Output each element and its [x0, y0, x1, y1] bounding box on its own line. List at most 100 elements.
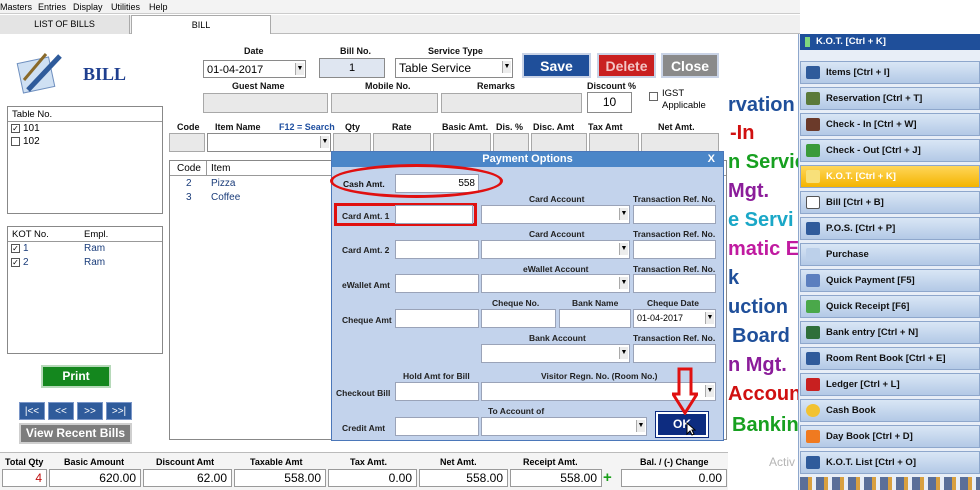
close-button[interactable]: Close — [661, 53, 719, 78]
chevron-down-icon[interactable]: ▼ — [320, 136, 329, 148]
credit-amt-input[interactable] — [395, 417, 479, 436]
nav-first-button[interactable]: |<< — [19, 402, 45, 420]
view-recent-bills-button[interactable]: View Recent Bills — [19, 423, 132, 444]
ewallet-txn-input[interactable] — [633, 274, 716, 293]
table-checkbox-101[interactable]: ✓ — [11, 124, 20, 133]
sidebar-item-bank-entry[interactable]: Bank entry [Ctrl + N] — [800, 321, 980, 344]
cheque-date-value: 01-04-2017 — [637, 313, 684, 323]
tab-list-of-bills[interactable]: LIST OF BILLS — [0, 15, 130, 34]
sidebar-item-kot-list[interactable]: K.O.T. List [Ctrl + O] — [800, 451, 980, 474]
basic-amount-label: Basic Amount — [64, 457, 125, 467]
discount-amt-value: 62.00 — [143, 469, 232, 487]
card-account2-select[interactable]: ▼ — [481, 240, 630, 259]
bank-name-input[interactable] — [559, 309, 631, 328]
grid-dis-input[interactable] — [493, 133, 529, 152]
chevron-down-icon[interactable]: ▼ — [636, 420, 645, 432]
bank-txn-input[interactable] — [633, 344, 716, 363]
bank-account-select[interactable]: ▼ — [481, 344, 630, 363]
chevron-down-icon[interactable]: ▼ — [619, 347, 628, 359]
cheque-no-input[interactable] — [481, 309, 556, 328]
remarks-input[interactable] — [441, 93, 582, 113]
menu-display[interactable]: Display — [73, 2, 103, 12]
ewallet-amt-label: eWallet Amt — [342, 280, 391, 290]
items-code-header: Code — [177, 163, 201, 174]
save-button[interactable]: Save — [522, 53, 591, 78]
sidebar-item-quick-receipt[interactable]: Quick Receipt [F6] — [800, 295, 980, 318]
print-button[interactable]: Print — [41, 365, 111, 388]
sidebar-item-pos[interactable]: P.O.S. [Ctrl + P] — [800, 217, 980, 240]
chevron-down-icon[interactable]: ▼ — [619, 208, 628, 220]
discount-input[interactable]: 10 — [587, 92, 632, 113]
nav-last-button[interactable]: >>| — [106, 402, 132, 420]
cheque-no-label: Cheque No. — [492, 298, 540, 308]
txn-ref1-input[interactable] — [633, 205, 716, 224]
add-receipt-icon[interactable]: + — [603, 470, 612, 485]
mobile-input[interactable] — [331, 93, 438, 113]
ok-button[interactable]: OK — [655, 411, 709, 438]
grid-basic-input[interactable] — [433, 133, 491, 152]
grid-disc-input[interactable] — [531, 133, 587, 152]
credit-amt-label: Credit Amt — [342, 423, 386, 433]
sidebar-item-reservation[interactable]: Reservation [Ctrl + T] — [800, 87, 980, 110]
chevron-down-icon[interactable]: ▼ — [619, 243, 628, 255]
grid-net-input[interactable] — [641, 133, 719, 152]
grid-item-input[interactable]: ▼ — [207, 133, 331, 152]
sidebar-item-check-in[interactable]: Check - In [Ctrl + W] — [800, 113, 980, 136]
hold-amt-input[interactable] — [395, 382, 479, 401]
delete-button[interactable]: Delete — [597, 53, 656, 78]
grid-rate-input[interactable] — [373, 133, 431, 152]
list-item[interactable]: 3 Coffee — [170, 192, 330, 205]
menu-help[interactable]: Help — [149, 2, 168, 12]
date-picker[interactable]: 01-04-2017 ▼ — [203, 60, 306, 78]
sidebar-item-cash-book[interactable]: Cash Book — [800, 399, 980, 422]
nav-prev-button[interactable]: << — [48, 402, 74, 420]
kot-checkbox[interactable]: ✓ — [11, 244, 20, 253]
igst-checkbox[interactable] — [649, 92, 658, 101]
chevron-down-icon[interactable]: ▼ — [502, 61, 511, 73]
menu-utilities[interactable]: Utilities — [111, 2, 140, 12]
menu-entries[interactable]: Entries — [38, 2, 66, 12]
grid-dis-header: Dis. % — [496, 122, 524, 132]
guest-name-input[interactable] — [203, 93, 328, 113]
nav-next-button[interactable]: >> — [77, 402, 103, 420]
grid-code-input[interactable] — [169, 133, 205, 152]
sidebar-item-ledger[interactable]: Ledger [Ctrl + L] — [800, 373, 980, 396]
sidebar-item-label: Cash Book — [826, 405, 876, 416]
billno-field[interactable]: 1 — [319, 58, 385, 78]
sidebar-item-kot[interactable]: K.O.T. [Ctrl + K] — [800, 165, 980, 188]
list-item[interactable]: 2 Pizza — [170, 178, 330, 191]
close-icon[interactable]: X — [708, 152, 715, 167]
sidebar-item-day-book[interactable]: Day Book [Ctrl + D] — [800, 425, 980, 448]
chevron-down-icon[interactable]: ▼ — [705, 312, 714, 324]
sidebar-item-items[interactable]: Items [Ctrl + I] — [800, 61, 980, 84]
kot-checkbox[interactable]: ✓ — [11, 258, 20, 267]
txn-ref2-input[interactable] — [633, 240, 716, 259]
table-checkbox-102[interactable] — [11, 137, 20, 146]
ewallet-account-select[interactable]: ▼ — [481, 274, 630, 293]
sidebar-item-label: P.O.S. [Ctrl + P] — [826, 223, 896, 234]
grid-qty-input[interactable] — [333, 133, 371, 152]
sidebar-item-bill[interactable]: Bill [Ctrl + B] — [800, 191, 980, 214]
cone-icon — [806, 430, 820, 443]
mobile-label: Mobile No. — [365, 81, 411, 91]
service-type-select[interactable]: Table Service ▼ — [395, 58, 513, 78]
chevron-down-icon[interactable]: ▼ — [295, 63, 304, 75]
sidebar-item-room-rent-book[interactable]: Room Rent Book [Ctrl + E] — [800, 347, 980, 370]
sidebar-item-quick-payment[interactable]: Quick Payment [F5] — [800, 269, 980, 292]
chevron-down-icon[interactable]: ▼ — [619, 277, 628, 289]
sidebar-item-purchase[interactable]: Purchase — [800, 243, 980, 266]
card-account1-select[interactable]: ▼ — [481, 205, 630, 224]
menu-masters[interactable]: Masters — [0, 2, 32, 12]
payment-dialog: Payment Options X Cash Amt. 558 Card Acc… — [330, 151, 724, 441]
sidebar-item-check-out[interactable]: Check - Out [Ctrl + J] — [800, 139, 980, 162]
grid-tax-input[interactable] — [589, 133, 639, 152]
to-account-select[interactable]: ▼ — [481, 417, 647, 436]
tab-bill[interactable]: BILL — [131, 15, 271, 34]
chevron-down-icon[interactable]: ▼ — [705, 385, 714, 397]
cheque-amt-input[interactable] — [395, 309, 479, 328]
cheque-date-picker[interactable]: 01-04-2017 ▼ — [633, 309, 716, 328]
card-amt2-input[interactable] — [395, 240, 479, 259]
card-amt1-input[interactable] — [395, 205, 473, 224]
pencil-icon — [806, 274, 820, 287]
ewallet-amt-input[interactable] — [395, 274, 479, 293]
